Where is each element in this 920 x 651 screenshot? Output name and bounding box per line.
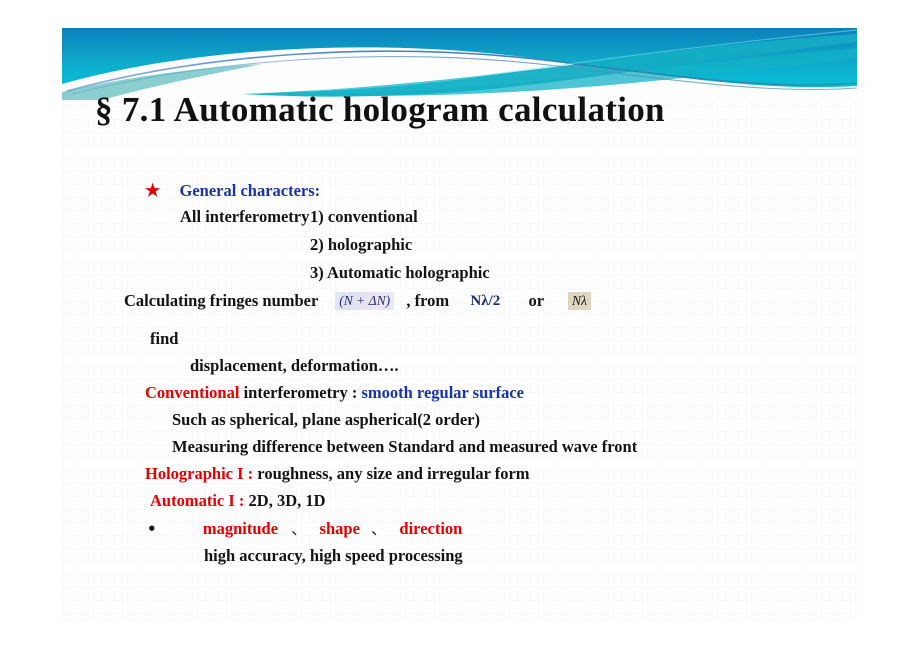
list-item-3: 3) Automatic holographic: [310, 263, 490, 282]
conventional-row: Conventional interferometry : smooth reg…: [145, 383, 524, 402]
equation-half-lambda: Nλ/2: [470, 293, 501, 309]
shape-label: shape: [319, 519, 360, 538]
automatic-label: Automatic I :: [150, 491, 245, 510]
separator-1: 、: [291, 520, 307, 538]
direction-label: direction: [399, 519, 463, 538]
general-characters-label: General characters:: [179, 181, 321, 200]
list-item-1: 1) conventional: [310, 207, 418, 226]
star-bullet-icon: ★: [145, 181, 161, 200]
dot-bullet-icon: •: [147, 520, 157, 538]
measuring-label: Measuring difference between Standard an…: [172, 437, 638, 456]
conventional-mid-label: interferometry :: [239, 383, 362, 402]
calculating-fringes-row: Calculating fringes number (N + ΔN) , fr…: [124, 292, 591, 310]
holographic-label: Holographic I :: [145, 464, 254, 483]
or-label: or: [528, 291, 544, 310]
holographic-row: Holographic I : roughness, any size and …: [145, 464, 530, 483]
separator-2: 、: [371, 520, 387, 538]
find-label: find: [150, 329, 179, 348]
list-item-2: 2) holographic: [310, 235, 413, 254]
general-characters-heading: ★ General characters:: [145, 182, 320, 200]
high-accuracy-label: high accuracy, high speed processing: [204, 546, 463, 565]
displacement-label: displacement, deformation….: [190, 356, 399, 375]
holographic-tail-label: roughness, any size and irregular form: [253, 464, 530, 483]
equation-n-lambda: Nλ: [568, 292, 591, 310]
conventional-label: Conventional: [145, 383, 240, 402]
magnitude-row: • magnitude 、 shape 、 direction: [147, 519, 463, 538]
comma-from-label: , from: [406, 291, 450, 310]
calculating-fringes-label: Calculating fringes number: [124, 291, 319, 310]
page-title: § 7.1 Automatic hologram calculation: [95, 90, 665, 129]
slide-canvas: § 7.1 Automatic hologram calculation ★ G…: [62, 28, 857, 622]
automatic-row: Automatic I : 2D, 3D, 1D: [150, 491, 326, 510]
conventional-tail-label: smooth regular surface: [361, 383, 524, 402]
such-as-label: Such as spherical, plane aspherical(2 or…: [172, 410, 480, 429]
automatic-tail-label: 2D, 3D, 1D: [244, 491, 326, 510]
magnitude-label: magnitude: [202, 519, 279, 538]
equation-fringe-count: (N + ΔN): [335, 292, 395, 310]
all-interferometry-label: All interferometry: [180, 207, 310, 226]
